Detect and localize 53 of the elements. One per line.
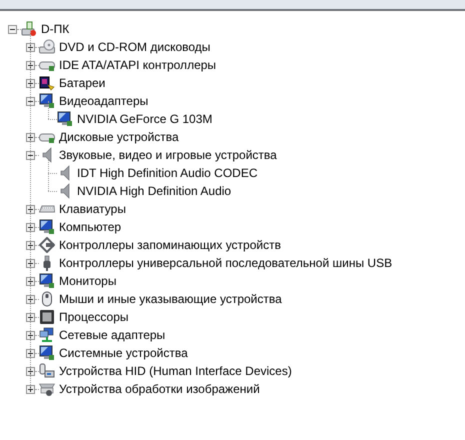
battery-icon [39, 75, 55, 91]
tree-item[interactable]: Звуковые, видео и игровые устройства [59, 148, 277, 162]
hid-device-icon [39, 363, 55, 379]
network-icon [39, 327, 55, 343]
tree-item[interactable]: IDT High Definition Audio CODEC [77, 166, 258, 180]
expand-icon[interactable] [26, 348, 35, 358]
expand-icon[interactable] [26, 276, 35, 286]
tree-item[interactable]: Устройства обработки изображений [59, 382, 260, 396]
tree-item[interactable]: Батареи [59, 76, 106, 90]
scanner-icon [39, 381, 55, 397]
tree-item[interactable]: IDE ATA/ATAPI контроллеры [59, 58, 216, 72]
monitor-icon [57, 111, 73, 127]
tree-item[interactable]: Видеоадаптеры [59, 94, 148, 108]
processor-icon [39, 309, 55, 325]
tree-item[interactable]: Мыши и иные указывающие устройства [59, 292, 282, 306]
monitor-icon [39, 273, 55, 289]
expand-icon[interactable] [26, 222, 35, 232]
expand-icon[interactable] [26, 384, 35, 394]
storage-controller-icon [39, 237, 55, 253]
collapse-icon[interactable] [26, 150, 35, 160]
tree-item[interactable]: Сетевые адаптеры [59, 328, 166, 342]
tree-item[interactable]: Процессоры [59, 310, 128, 324]
expand-icon[interactable] [26, 204, 35, 214]
expand-icon[interactable] [26, 78, 35, 88]
expand-icon[interactable] [26, 366, 35, 376]
tree-item[interactable]: D-ПК [41, 22, 70, 36]
expand-icon[interactable] [26, 240, 35, 250]
mouse-icon [39, 291, 55, 307]
disc-drive-icon [39, 39, 55, 55]
monitor-icon [39, 93, 55, 109]
tree-item[interactable]: Системные устройства [59, 346, 188, 360]
expand-icon[interactable] [26, 42, 35, 52]
collapse-icon[interactable] [26, 96, 35, 106]
tree-item[interactable]: DVD и CD-ROM дисководы [59, 40, 210, 54]
tree-item[interactable]: Контроллеры запоминающих устройств [59, 238, 281, 252]
expand-icon[interactable] [26, 132, 35, 142]
tree-item[interactable]: Клавиатуры [59, 202, 126, 216]
expand-icon[interactable] [26, 330, 35, 340]
expand-icon[interactable] [26, 312, 35, 322]
monitor-icon [39, 345, 55, 361]
tree-item[interactable]: Контроллеры универсальной последовательной шины USB [59, 256, 392, 270]
tree-item[interactable]: Мониторы [59, 274, 116, 288]
expand-icon[interactable] [26, 294, 35, 304]
computer-icon [21, 21, 37, 37]
expand-icon[interactable] [26, 60, 35, 70]
tree-item[interactable]: NVIDIA High Definition Audio [77, 184, 232, 198]
tree-item[interactable]: NVIDIA GeForce G 103M [77, 112, 212, 126]
tree-item[interactable]: Устройства HID (Human Interface Devices) [59, 364, 292, 378]
tree-item[interactable]: Компьютер [59, 220, 122, 234]
tree-item[interactable]: Дисковые устройства [59, 130, 179, 144]
monitor-icon [39, 219, 55, 235]
collapse-icon[interactable] [8, 24, 17, 34]
expand-icon[interactable] [26, 258, 35, 268]
